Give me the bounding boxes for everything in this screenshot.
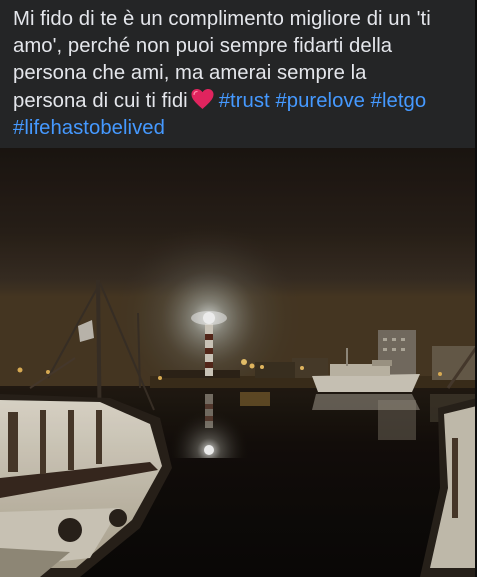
post-card: Mi fido di te è un complimento migliore … bbox=[0, 0, 477, 577]
hashtag-letgo[interactable]: #letgo bbox=[371, 90, 427, 112]
post-photo[interactable] bbox=[0, 148, 477, 577]
post-caption: Mi fido di te è un complimento migliore … bbox=[13, 0, 471, 148]
caption-line-2: amo', perché non puoi sempre fidarti del… bbox=[13, 35, 393, 58]
caption-line-4-text: persona di cui ti fidi bbox=[13, 89, 188, 112]
caption-line-3: persona che ami, ma amerai sempre la bbox=[13, 62, 367, 85]
hashtag-purelove[interactable]: #purelove bbox=[275, 90, 365, 112]
harbor-night-photo bbox=[0, 148, 477, 577]
hashtag-lifehastobelived[interactable]: #lifehastobelived bbox=[13, 117, 165, 139]
caption-line-1: Mi fido di te è un complimento migliore … bbox=[13, 8, 431, 30]
hashtag-trust[interactable]: #trust bbox=[219, 90, 270, 112]
red-heart-emoji-icon bbox=[191, 88, 214, 109]
caption-line-5: #lifehastobelived bbox=[13, 115, 471, 142]
caption-line-4: persona di cui ti fidi #trust #purelove #… bbox=[13, 88, 471, 115]
